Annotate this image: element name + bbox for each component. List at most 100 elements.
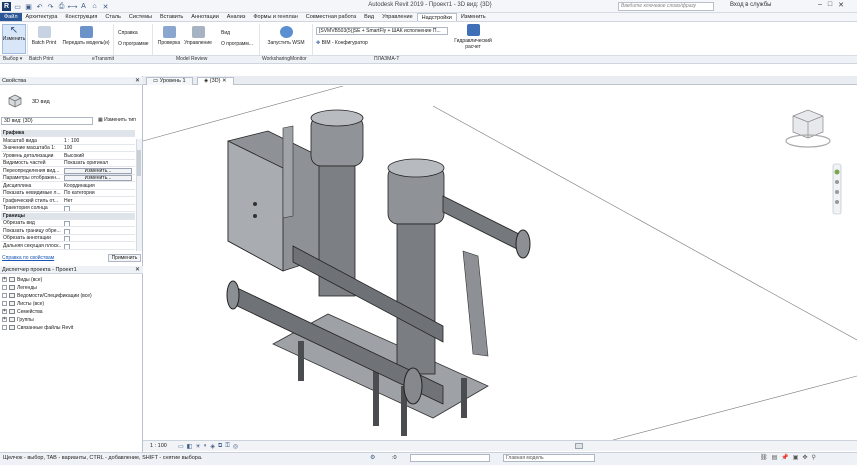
help-button[interactable]: Справка [118, 30, 138, 36]
link-select-icon[interactable]: ⛓ [760, 454, 768, 461]
config-select[interactable]: [SVMVB503(5)]SE + SmartFly + ШАК исполне… [316, 27, 448, 35]
expand-icon[interactable]: + [2, 309, 7, 314]
lock-icon[interactable]: ⚿ [225, 443, 230, 450]
sign-in-link[interactable]: Вход в службы [730, 2, 772, 8]
3d-view-canvas[interactable] [142, 85, 857, 441]
close-icon[interactable]: ✕ [135, 77, 140, 85]
tab-systems[interactable]: Системы [125, 13, 156, 21]
checkbox[interactable] [64, 206, 70, 211]
navigation-bar[interactable] [832, 163, 842, 215]
tab-addins[interactable]: Надстройки [416, 13, 457, 21]
about2-button[interactable]: О программ... [221, 41, 253, 47]
hide-icon[interactable]: ◎ [233, 443, 238, 450]
expand-icon[interactable] [2, 293, 7, 298]
manage-button[interactable]: Управление [183, 26, 213, 46]
face-select-icon[interactable]: ▣ [793, 454, 799, 461]
browser-item[interactable]: + Виды (все) [2, 276, 42, 283]
tab-massing[interactable]: Формы и генплан [249, 13, 301, 21]
tab-file[interactable]: Файл [0, 13, 22, 21]
drag-select-icon[interactable]: ✥ [802, 454, 807, 461]
tab-annotate[interactable]: Аннотации [187, 13, 223, 21]
checkbox[interactable] [64, 221, 70, 226]
print-icon[interactable]: ⎙ [57, 2, 66, 11]
edit-type-button[interactable]: ▦ Изменить тип [98, 117, 136, 123]
underlay-select-icon[interactable]: ▤ [772, 454, 778, 461]
transmit-button[interactable]: Передать модель(и) [61, 26, 111, 46]
maximize-button[interactable]: □ [828, 1, 832, 9]
property-value[interactable]: Нет [64, 198, 132, 204]
property-value[interactable]: По категории [64, 190, 132, 196]
checkbox[interactable] [64, 243, 70, 249]
bim-config-button[interactable]: ✥ BIM - Конфигуратор [316, 40, 368, 46]
run-wsm-button[interactable]: Запустить WSM [264, 26, 308, 46]
sun-path-icon[interactable]: ☀ [195, 443, 200, 450]
browser-item[interactable]: Связанные файлы Revit [2, 324, 73, 331]
property-value[interactable]: 1 : 100 [64, 138, 132, 144]
close-icon[interactable]: ✕ [135, 266, 140, 274]
tab-insert[interactable]: Вставить [156, 13, 187, 21]
search-input[interactable]: Введите ключевое слово/фразу [618, 2, 714, 11]
browser-item[interactable]: Листы (все) [2, 300, 44, 307]
tab-level-1[interactable]: ▭ Уровень 1 [146, 77, 193, 85]
panel-select[interactable]: Выбор ▾ [3, 56, 22, 62]
render-icon[interactable]: ◈ [210, 443, 215, 450]
close-icon[interactable]: ✕ [220, 78, 227, 84]
view-button[interactable]: Вид [221, 30, 230, 36]
save-icon[interactable]: ▣ [24, 2, 33, 11]
redo-icon[interactable]: ↷ [46, 2, 55, 11]
view-scale[interactable]: 1 : 100 [150, 443, 167, 449]
revit-logo-icon[interactable]: R [2, 2, 11, 11]
scrollbar-thumb[interactable] [137, 150, 141, 176]
property-value[interactable]: 100 [64, 145, 132, 151]
filter-icon[interactable]: ⚲ [811, 454, 815, 461]
text-icon[interactable]: A [79, 2, 88, 11]
property-checkbox[interactable] [64, 228, 132, 234]
view-type-select[interactable]: 3D вид: {3D} [1, 117, 93, 125]
workset-select[interactable] [410, 454, 490, 462]
crop-icon[interactable]: ⧉ [218, 443, 222, 450]
property-group[interactable]: Границы [1, 212, 135, 220]
properties-help-link[interactable]: Справка по свойствам [2, 255, 54, 261]
apply-button[interactable]: Применить [108, 254, 141, 262]
scroll-thumb[interactable] [575, 443, 583, 449]
hydraulic-button[interactable]: Гидравлический расчет [452, 24, 494, 50]
close-button[interactable]: ✕ [838, 1, 844, 9]
property-value[interactable]: Высокий [64, 153, 132, 159]
tab-analyze[interactable]: Анализ [223, 13, 250, 21]
design-option-select[interactable]: Главная модель [503, 454, 595, 462]
tab-steel[interactable]: Сталь [101, 13, 125, 21]
tab-collaborate[interactable]: Совместная работа [302, 13, 360, 21]
worksets-icon[interactable]: ⚙ [370, 454, 375, 461]
modify-button[interactable]: ↖ Изменить [2, 24, 26, 54]
checkbox[interactable] [64, 228, 70, 234]
checkbox[interactable] [64, 236, 70, 241]
expand-icon[interactable]: + [2, 277, 7, 282]
shadows-icon[interactable]: ◐ [204, 443, 208, 450]
expand-icon[interactable]: + [2, 317, 7, 322]
check-button[interactable]: Проверка [156, 26, 182, 46]
expand-icon[interactable] [2, 285, 7, 290]
browser-item[interactable]: Ведомости/Спецификации (все) [2, 292, 92, 299]
visual-style-icon[interactable]: ◧ [187, 443, 193, 450]
edit-button[interactable]: Изменить... [64, 167, 132, 174]
tab-architecture[interactable]: Архитектура [22, 13, 62, 21]
tab-view[interactable]: Вид [360, 13, 378, 21]
expand-icon[interactable] [2, 325, 7, 330]
minimize-button[interactable]: – [818, 1, 822, 9]
tab-3d[interactable]: ◈ {3D} ✕ [197, 77, 234, 85]
batch-print-button[interactable]: Batch Print [29, 26, 59, 46]
property-group[interactable]: Графика [1, 130, 135, 137]
measure-icon[interactable]: ⟷ [67, 2, 77, 11]
browser-item[interactable]: + Группы [2, 316, 34, 323]
pinned-select-icon[interactable]: 📌 [781, 454, 788, 461]
property-value[interactable]: Координация [64, 183, 132, 189]
tab-manage[interactable]: Управление [378, 13, 417, 21]
close-views-icon[interactable]: ✕ [101, 2, 110, 11]
view-cube[interactable] [785, 109, 831, 148]
property-value[interactable]: Показать оригинал [64, 160, 132, 166]
undo-icon[interactable]: ↶ [35, 2, 44, 11]
property-checkbox[interactable] [64, 205, 132, 211]
about-button[interactable]: О программе [118, 41, 149, 47]
open-icon[interactable]: ▭ [13, 2, 22, 11]
property-checkbox[interactable] [64, 220, 132, 226]
